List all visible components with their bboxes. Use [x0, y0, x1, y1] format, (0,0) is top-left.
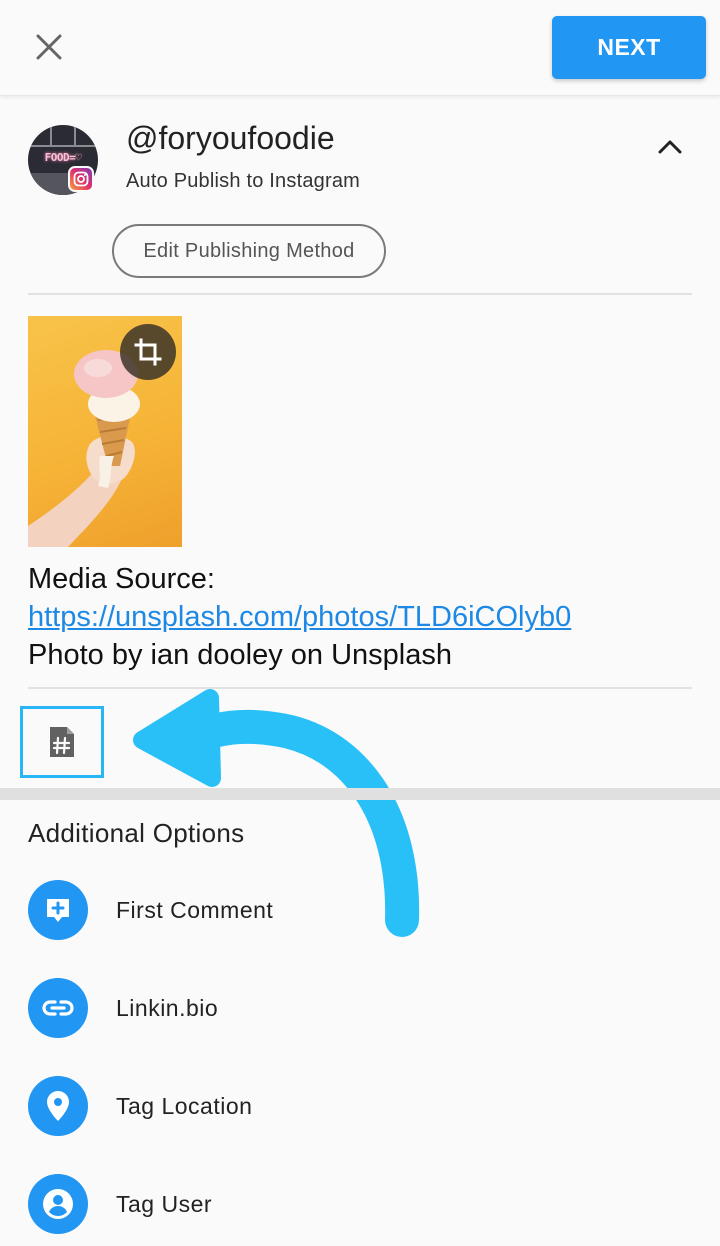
account-section: FOOD=♡ @foryoufoodie Auto Publish to Ins… [0, 96, 720, 296]
option-linkin-bio[interactable]: Linkin.bio [28, 977, 628, 1039]
hashtag-button[interactable] [20, 706, 104, 778]
option-label: First Comment [116, 896, 274, 923]
crop-icon [134, 338, 162, 366]
publish-mode-label: Auto Publish to Instagram [126, 170, 361, 192]
caption-line: Photo by ian dooley on Unsplash [28, 639, 453, 671]
close-icon [36, 34, 62, 60]
add-comment-icon [28, 880, 88, 940]
crop-button[interactable] [120, 324, 176, 380]
close-button[interactable] [26, 24, 72, 70]
option-label: Tag User [116, 1190, 213, 1217]
link-icon [28, 978, 88, 1038]
additional-options-title: Additional Options [28, 818, 245, 848]
chevron-up-icon [658, 140, 682, 154]
media-source-link[interactable]: https://unsplash.com/photos/TLD6iCOlyb0 [28, 598, 708, 636]
caption-line: Media Source: [28, 563, 215, 595]
section-separator [0, 788, 720, 800]
account-username: @foryoufoodie [126, 120, 335, 156]
account-circle-icon [28, 1174, 88, 1234]
next-button[interactable]: NEXT [552, 16, 706, 79]
top-bar: NEXT [0, 0, 720, 96]
option-label: Tag Location [116, 1092, 253, 1119]
divider [28, 293, 692, 295]
post-caption[interactable]: Media Source: https://unsplash.com/photo… [28, 560, 708, 674]
hashtag-document-icon [50, 727, 74, 757]
avatar-background [28, 125, 98, 147]
location-pin-icon [28, 1076, 88, 1136]
option-tag-location[interactable]: Tag Location [28, 1075, 628, 1137]
edit-publishing-method-button[interactable]: Edit Publishing Method [112, 224, 386, 278]
instagram-icon [68, 166, 94, 192]
option-label: Linkin.bio [116, 994, 219, 1021]
option-first-comment[interactable]: First Comment [28, 879, 628, 941]
collapse-button[interactable] [650, 126, 690, 166]
option-tag-user[interactable]: Tag User [28, 1173, 628, 1235]
